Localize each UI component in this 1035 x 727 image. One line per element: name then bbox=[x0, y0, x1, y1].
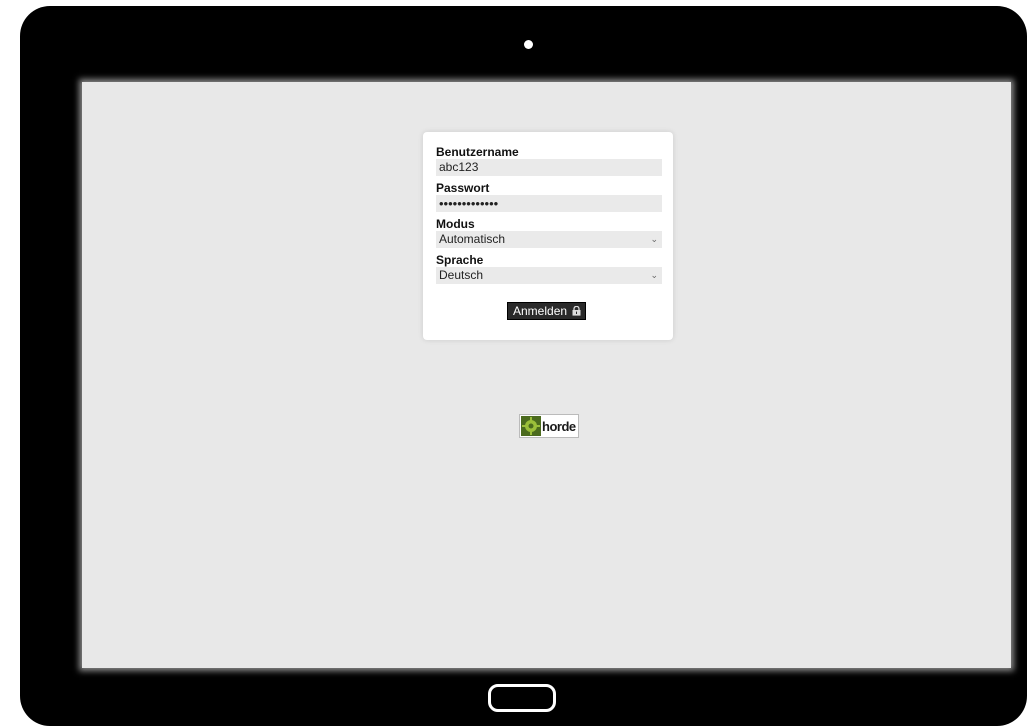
login-form: Benutzername abc123 Passwort •••••••••••… bbox=[423, 132, 673, 340]
tablet-frame: Benutzername abc123 Passwort •••••••••••… bbox=[20, 6, 1027, 726]
lock-icon bbox=[572, 306, 581, 316]
camera-icon bbox=[524, 40, 533, 49]
mode-select[interactable]: Automatisch ⌄ bbox=[436, 231, 662, 248]
mode-select-value: Automatisch bbox=[439, 232, 506, 246]
language-select-value: Deutsch bbox=[439, 268, 484, 282]
language-label: Sprache bbox=[436, 253, 484, 267]
horde-gear-icon bbox=[521, 416, 541, 436]
login-button-label: Anmelden bbox=[513, 304, 568, 318]
horde-logo: horde bbox=[519, 414, 579, 438]
home-button[interactable] bbox=[488, 684, 556, 712]
language-select[interactable]: Deutsch ⌄ bbox=[436, 267, 662, 284]
username-label: Benutzername bbox=[436, 145, 519, 159]
horde-logo-text: horde bbox=[542, 418, 576, 434]
password-input[interactable]: ••••••••••••• bbox=[436, 195, 662, 212]
chevron-down-icon: ⌄ bbox=[650, 270, 658, 280]
mode-label: Modus bbox=[436, 217, 475, 231]
username-input[interactable]: abc123 bbox=[436, 159, 662, 176]
login-button[interactable]: Anmelden bbox=[507, 302, 587, 320]
chevron-down-icon: ⌄ bbox=[650, 234, 658, 244]
screen: Benutzername abc123 Passwort •••••••••••… bbox=[82, 82, 1011, 668]
password-label: Passwort bbox=[436, 181, 490, 195]
